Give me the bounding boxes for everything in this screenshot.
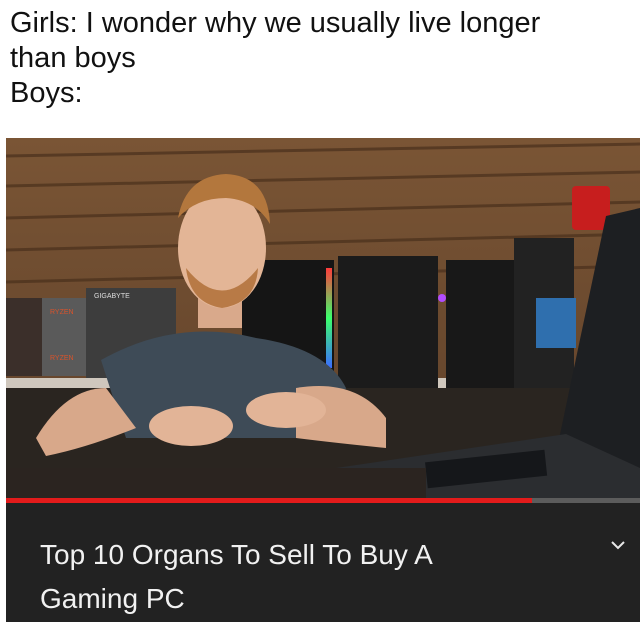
- box-label-gigabyte: GIGABYTE: [94, 293, 130, 300]
- caption-line-1: Girls: I wonder why we usually live long…: [10, 7, 541, 39]
- video-thumbnail[interactable]: GIGABYTE RYZEN RYZEN: [6, 138, 640, 501]
- box-label-ryzen-1: RYZEN: [50, 309, 74, 316]
- video-title[interactable]: Top 10 Organs To Sell To Buy A Gaming PC: [40, 533, 580, 621]
- video-frame-image: GIGABYTE RYZEN RYZEN: [6, 138, 640, 501]
- caption-line-2: than boys: [10, 42, 136, 74]
- caption-line-3: Boys:: [10, 77, 83, 109]
- box-label-ryzen-2: RYZEN: [50, 355, 74, 362]
- meme-caption: Girls: I wonder why we usually live long…: [10, 6, 635, 111]
- chevron-down-icon[interactable]: [606, 533, 630, 557]
- video-title-line-2: Gaming PC: [40, 583, 185, 614]
- video-info-panel: Top 10 Organs To Sell To Buy A Gaming PC: [6, 503, 640, 622]
- video-title-line-1: Top 10 Organs To Sell To Buy A: [40, 539, 433, 570]
